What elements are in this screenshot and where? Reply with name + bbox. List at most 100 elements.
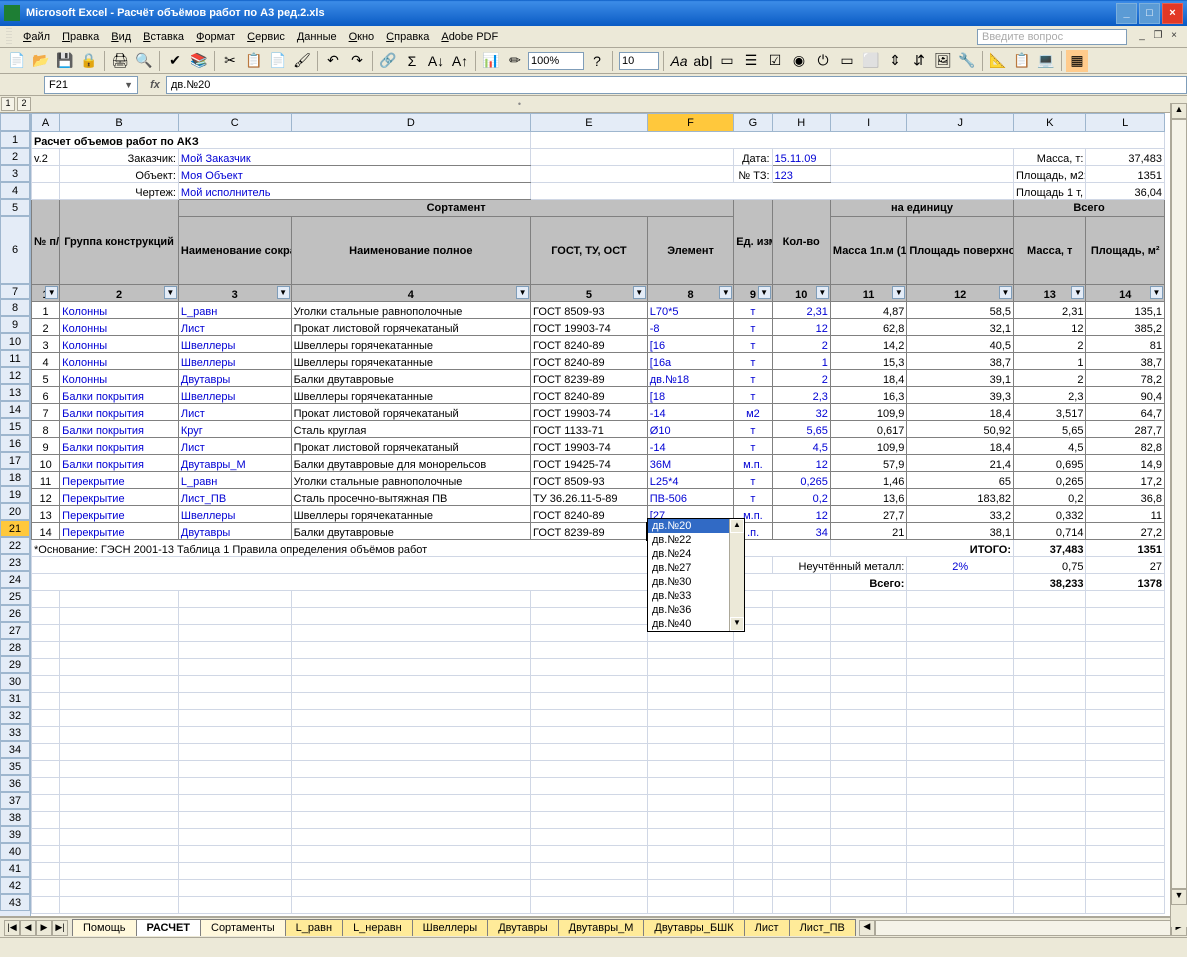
filter-dropdown-button[interactable]: ▼ (1071, 286, 1084, 299)
cell[interactable]: Расчет объемов работ по АКЗ (32, 132, 531, 149)
sheet-tab[interactable]: РАСЧЕТ (136, 919, 202, 936)
scroll-left-button[interactable]: ◀ (859, 920, 875, 936)
row-header[interactable]: 36 (0, 775, 30, 792)
ask-question-box[interactable]: Введите вопрос (977, 29, 1127, 45)
undo-button[interactable]: ↶ (322, 50, 344, 72)
row-header[interactable]: 31 (0, 690, 30, 707)
autosum-button[interactable]: Σ (401, 50, 423, 72)
row-header[interactable]: 25 (0, 588, 30, 605)
menu-данные[interactable]: Данные (291, 29, 343, 45)
row-header[interactable]: 17 (0, 452, 30, 469)
format-painter-button[interactable]: 🖌 (291, 50, 313, 72)
new-button[interactable]: 📄 (6, 50, 28, 72)
table-row[interactable]: 13ПерекрытиеШвеллерыШвеллеры горячекатан… (32, 506, 1165, 523)
vertical-scrollbar[interactable]: ▲ ▼ (1170, 103, 1187, 927)
cut-button[interactable]: ✂ (219, 50, 241, 72)
filter-dropdown-button[interactable]: ▼ (758, 286, 771, 299)
filter-dropdown-button[interactable]: ▼ (999, 286, 1012, 299)
table-row[interactable]: 2КолонныЛистПрокат листовой горячекатаны… (32, 319, 1165, 336)
row-header[interactable]: 33 (0, 724, 30, 741)
research-button[interactable]: 📚 (188, 50, 210, 72)
filter-cell[interactable]: 13▼ (1014, 285, 1086, 302)
maximize-button[interactable]: □ (1139, 3, 1160, 24)
filter-cell[interactable]: 9▼ (734, 285, 772, 302)
copy-button[interactable]: 📋 (243, 50, 265, 72)
mdi-close-button[interactable]: × (1167, 30, 1181, 44)
col-header[interactable]: B (60, 114, 179, 132)
table-row[interactable]: 12ПерекрытиеЛист_ПВСталь просечно-вытяжн… (32, 489, 1165, 506)
filter-cell[interactable]: 8▼ (647, 285, 734, 302)
col-header[interactable]: I (830, 114, 906, 132)
mdi-restore-button[interactable]: ❐ (1151, 30, 1165, 44)
row-header[interactable]: 13 (0, 384, 30, 401)
row-header[interactable]: 10 (0, 333, 30, 350)
button-button[interactable]: ⬜ (860, 50, 882, 72)
scroll-up-button[interactable]: ▲ (1171, 103, 1187, 119)
menu-вставка[interactable]: Вставка (137, 29, 190, 45)
tab-last-button[interactable]: ▶| (52, 920, 68, 936)
row-header[interactable]: 14 (0, 401, 30, 418)
menu-окно[interactable]: Окно (343, 29, 381, 45)
menu-формат[interactable]: Формат (190, 29, 241, 45)
filter-dropdown-button[interactable]: ▼ (719, 286, 732, 299)
table-row[interactable]: 7Балки покрытияЛистПрокат листовой горяч… (32, 404, 1165, 421)
row-header[interactable]: 8 (0, 299, 30, 316)
menu-файл[interactable]: Файл (17, 29, 56, 45)
row-header[interactable]: 42 (0, 877, 30, 894)
filter-cell[interactable]: 14▼ (1086, 285, 1165, 302)
dropdown-scrollbar[interactable]: ▲ ▼ (729, 519, 744, 631)
col-header[interactable]: K (1014, 114, 1086, 132)
table-row[interactable]: 4КолонныШвеллерыШвеллеры горячекатанныеГ… (32, 353, 1165, 370)
col-header[interactable]: H (772, 114, 830, 132)
row-header[interactable]: 41 (0, 860, 30, 877)
table-row[interactable]: 1КолонныL_равнУголки стальные равнополоч… (32, 302, 1165, 319)
filter-dropdown-button[interactable]: ▼ (45, 286, 58, 299)
permission-button[interactable]: 🔒 (78, 50, 100, 72)
pdf-button[interactable]: ▦ (1066, 50, 1088, 72)
menu-adobe pdf[interactable]: Adobe PDF (435, 29, 504, 45)
outline-level-2[interactable]: 2 (17, 97, 31, 111)
minimize-button[interactable]: _ (1116, 3, 1137, 24)
row-header[interactable]: 19 (0, 486, 30, 503)
chart-button[interactable]: 📊 (480, 50, 502, 72)
col-header[interactable]: L (1086, 114, 1165, 132)
filter-dropdown-button[interactable]: ▼ (892, 286, 905, 299)
image-button[interactable]: 🖼 (932, 50, 954, 72)
scroll-up-button[interactable]: ▲ (730, 519, 744, 533)
row-header[interactable]: 21 (0, 520, 30, 537)
preview-button[interactable]: 🔍 (133, 50, 155, 72)
filter-dropdown-button[interactable]: ▼ (816, 286, 829, 299)
filter-dropdown-button[interactable]: ▼ (1150, 286, 1163, 299)
table-row[interactable]: 11ПерекрытиеL_равнУголки стальные равноп… (32, 472, 1165, 489)
scroll-down-button[interactable]: ▼ (730, 617, 744, 631)
sheet-tab[interactable]: L_равн (285, 919, 343, 936)
row-header[interactable]: 18 (0, 469, 30, 486)
row-header[interactable]: 39 (0, 826, 30, 843)
row-header[interactable]: 12 (0, 367, 30, 384)
row-header[interactable]: 1 (0, 131, 30, 148)
sheet-tab[interactable]: Двутавры_М (558, 919, 645, 936)
select-all-corner[interactable] (0, 113, 30, 131)
print-button[interactable]: 🖨 (109, 50, 131, 72)
tab-prev-button[interactable]: ◀ (20, 920, 36, 936)
name-box[interactable]: F21▼ (44, 76, 138, 94)
scroll-down-button[interactable]: ▼ (1171, 889, 1187, 905)
table-row[interactable]: 3КолонныШвеллерыШвеллеры горячекатанныеГ… (32, 336, 1165, 353)
filter-dropdown-button[interactable]: ▼ (277, 286, 290, 299)
outline-level-1[interactable]: 1 (1, 97, 15, 111)
listbox-button[interactable]: ☰ (740, 50, 762, 72)
horizontal-scrollbar[interactable]: ◀ ▶ (859, 920, 1187, 936)
tab-next-button[interactable]: ▶ (36, 920, 52, 936)
cell-dropdown-list[interactable]: дв.№20дв.№22дв.№24дв.№27дв.№30дв.№33дв.№… (647, 518, 745, 632)
col-header[interactable]: A (32, 114, 60, 132)
spin-button[interactable]: ⇵ (908, 50, 930, 72)
row-header[interactable]: 30 (0, 673, 30, 690)
tab-first-button[interactable]: |◀ (4, 920, 20, 936)
help-button[interactable]: ? (586, 50, 608, 72)
row-header[interactable]: 23 (0, 554, 30, 571)
filter-cell[interactable]: 5▼ (531, 285, 648, 302)
filter-dropdown-button[interactable]: ▼ (516, 286, 529, 299)
redo-button[interactable]: ↷ (346, 50, 368, 72)
label-button[interactable]: Aa (668, 50, 690, 72)
row-header[interactable]: 37 (0, 792, 30, 809)
